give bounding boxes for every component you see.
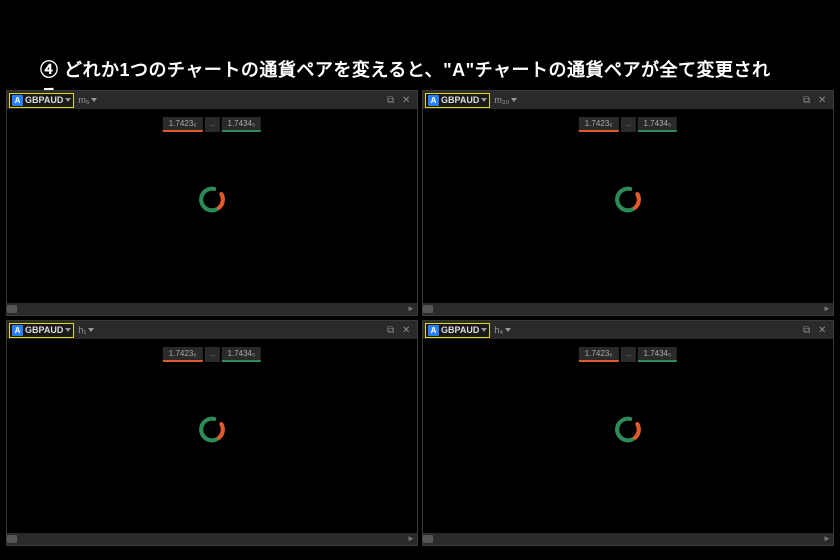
currency-pair-selector[interactable]: A GBPAUD	[9, 93, 74, 108]
currency-pair-selector[interactable]: A GBPAUD	[9, 323, 74, 338]
scroll-right-icon[interactable]: ►	[407, 305, 415, 313]
chevron-down-icon	[65, 98, 71, 102]
bid-price[interactable]: 1.7423₆	[579, 117, 619, 132]
loading-spinner-icon	[197, 185, 227, 220]
chevron-down-icon	[481, 98, 487, 102]
close-icon[interactable]: ✕	[818, 326, 827, 335]
chevron-down-icon	[91, 98, 97, 102]
price-ticker: 1.7423₆ → 1.7434₅	[579, 117, 677, 132]
timeframe-selector[interactable]: m₃₀	[494, 95, 517, 105]
arrow-icon: →	[621, 117, 636, 132]
chevron-down-icon	[481, 328, 487, 332]
arrow-icon: →	[205, 117, 220, 132]
chart-body: 1.7423₆ → 1.7434₅	[7, 109, 417, 303]
scrollbar-thumb[interactable]	[423, 305, 433, 313]
chart-body: 1.7423₆ → 1.7434₅	[423, 109, 833, 303]
ask-price[interactable]: 1.7434₅	[222, 347, 262, 362]
loading-spinner-icon	[613, 415, 643, 450]
timeframe-selector[interactable]: h₁	[78, 325, 94, 335]
scrollbar-thumb[interactable]	[7, 535, 17, 543]
currency-pair-selector[interactable]: A GBPAUD	[425, 93, 490, 108]
timeframe-label: h₄	[494, 325, 503, 335]
pair-label: GBPAUD	[25, 325, 63, 335]
panel-header: A GBPAUD h₄ ⧉ ✕	[423, 321, 833, 339]
bid-price[interactable]: 1.7423₆	[163, 347, 203, 362]
arrow-icon: →	[621, 347, 636, 362]
timeframe-label: m₃₀	[494, 95, 509, 105]
popout-icon[interactable]: ⧉	[387, 96, 396, 105]
chart-body: 1.7423₆ → 1.7434₅	[7, 339, 417, 533]
price-ticker: 1.7423₆ → 1.7434₅	[579, 347, 677, 362]
timeframe-label: m₅	[78, 95, 89, 105]
chart-panel-1: A GBPAUD m₃₀ ⧉ ✕ 1.7423₆ → 1.7434₅	[422, 90, 834, 316]
timeframe-selector[interactable]: m₅	[78, 95, 97, 105]
scroll-right-icon[interactable]: ►	[407, 535, 415, 543]
chevron-down-icon	[65, 328, 71, 332]
loading-spinner-icon	[613, 185, 643, 220]
scroll-right-icon[interactable]: ►	[823, 535, 831, 543]
chart-panel-0: A GBPAUD m₅ ⧉ ✕ 1.7423₆ → 1.7434₅	[6, 90, 418, 316]
chart-panel-3: A GBPAUD h₄ ⧉ ✕ 1.7423₆ → 1.7434₅	[422, 320, 834, 546]
scrollbar-thumb[interactable]	[7, 305, 17, 313]
link-group-badge: A	[428, 95, 439, 106]
timeframe-label: h₁	[78, 325, 86, 335]
chevron-down-icon	[505, 328, 511, 332]
panel-header: A GBPAUD h₁ ⧉ ✕	[7, 321, 417, 339]
chart-body: 1.7423₆ → 1.7434₅	[423, 339, 833, 533]
price-ticker: 1.7423₆ → 1.7434₅	[163, 117, 261, 132]
scrollbar-thumb[interactable]	[423, 535, 433, 543]
popout-icon[interactable]: ⧉	[803, 326, 812, 335]
link-group-badge: A	[12, 325, 23, 336]
panel-header: A GBPAUD m₅ ⧉ ✕	[7, 91, 417, 109]
bid-price[interactable]: 1.7423₆	[579, 347, 619, 362]
scroll-right-icon[interactable]: ►	[823, 305, 831, 313]
close-icon[interactable]: ✕	[402, 326, 411, 335]
horizontal-scrollbar[interactable]: ►	[7, 533, 417, 545]
link-group-badge: A	[428, 325, 439, 336]
pair-label: GBPAUD	[25, 95, 63, 105]
ask-price[interactable]: 1.7434₅	[222, 117, 262, 132]
horizontal-scrollbar[interactable]: ►	[7, 303, 417, 315]
price-ticker: 1.7423₆ → 1.7434₅	[163, 347, 261, 362]
popout-icon[interactable]: ⧉	[803, 96, 812, 105]
pair-label: GBPAUD	[441, 95, 479, 105]
close-icon[interactable]: ✕	[818, 96, 827, 105]
timeframe-selector[interactable]: h₄	[494, 325, 511, 335]
close-icon[interactable]: ✕	[402, 96, 411, 105]
ask-price[interactable]: 1.7434₅	[638, 347, 678, 362]
horizontal-scrollbar[interactable]: ►	[423, 533, 833, 545]
chart-grid: A GBPAUD m₅ ⧉ ✕ 1.7423₆ → 1.7434₅	[6, 90, 834, 546]
bid-price[interactable]: 1.7423₆	[163, 117, 203, 132]
panel-header: A GBPAUD m₃₀ ⧉ ✕	[423, 91, 833, 109]
pair-label: GBPAUD	[441, 325, 479, 335]
popout-icon[interactable]: ⧉	[387, 326, 396, 335]
chevron-down-icon	[88, 328, 94, 332]
arrow-icon: →	[205, 347, 220, 362]
chart-panel-2: A GBPAUD h₁ ⧉ ✕ 1.7423₆ → 1.7434₅	[6, 320, 418, 546]
chevron-down-icon	[511, 98, 517, 102]
loading-spinner-icon	[197, 415, 227, 450]
ask-price[interactable]: 1.7434₅	[638, 117, 678, 132]
link-group-badge: A	[12, 95, 23, 106]
currency-pair-selector[interactable]: A GBPAUD	[425, 323, 490, 338]
horizontal-scrollbar[interactable]: ►	[423, 303, 833, 315]
